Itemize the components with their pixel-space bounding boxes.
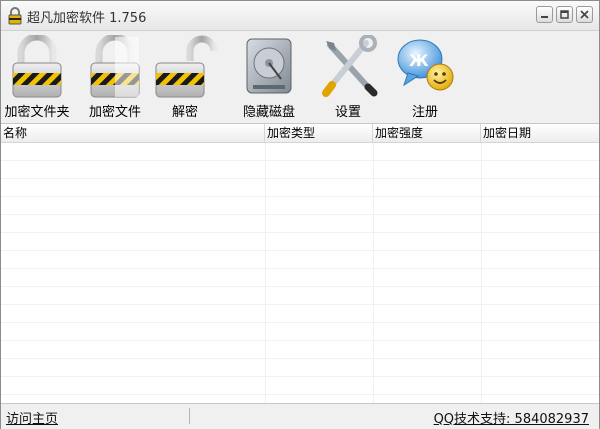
window-title: 超凡加密软件 1.756 [27, 11, 147, 26]
tools-icon [322, 35, 378, 97]
empty-grid-row [1, 377, 599, 395]
list-body [1, 143, 599, 404]
title-bar[interactable]: 超凡加密软件 1.756 [1, 1, 599, 31]
closed-lock-icon [12, 35, 62, 98]
empty-grid-row [1, 161, 599, 179]
half-lock-icon [90, 35, 140, 98]
column-header-name[interactable]: 名称 [1, 124, 265, 142]
status-divider [189, 408, 190, 424]
qq-support-text: QQ技术支持: 584082937 [433, 412, 589, 427]
close-button[interactable] [576, 6, 593, 23]
settings-button[interactable]: 设置 [313, 31, 383, 121]
column-header-encrypt-type[interactable]: 加密类型 [265, 124, 373, 142]
decrypt-button[interactable]: 解密 [153, 31, 218, 121]
maximize-icon [560, 10, 569, 19]
maximize-button[interactable] [556, 6, 573, 23]
empty-grid-row [1, 287, 599, 305]
minimize-button[interactable] [536, 6, 553, 23]
empty-grid-row [1, 341, 599, 359]
encrypt-file-button[interactable]: 加密文件 [81, 31, 149, 121]
register-label: 注册 [411, 105, 438, 120]
empty-grid-row [1, 323, 599, 341]
app-lock-icon [8, 7, 22, 25]
empty-grid-row [1, 269, 599, 287]
encrypt-folder-label: 加密文件夹 [4, 105, 70, 120]
empty-grid-row [1, 197, 599, 215]
hard-disk-icon [246, 38, 292, 94]
empty-grid-row [1, 359, 599, 377]
empty-grid-row [1, 305, 599, 323]
list-header: 名称 加密类型 加密强度 加密日期 [1, 124, 599, 143]
minimize-icon [541, 16, 548, 18]
column-header-encrypt-date[interactable]: 加密日期 [481, 124, 599, 142]
encrypt-folder-button[interactable]: 加密文件夹 [1, 31, 73, 121]
status-bar: 访问主页 QQ技术支持: 584082937 [1, 403, 599, 429]
svg-text:Ж: Ж [409, 51, 429, 70]
app-window: 超凡加密软件 1.756 加密文件夹 加密文件 解密 隐藏磁盘 设置 Ж 注册 … [0, 0, 600, 429]
hide-disk-label: 隐藏磁盘 [242, 105, 295, 120]
empty-grid-row [1, 233, 599, 251]
settings-label: 设置 [334, 105, 361, 120]
empty-grid-row [1, 179, 599, 197]
visit-homepage-link[interactable]: 访问主页 [6, 408, 58, 427]
empty-grid-row [1, 251, 599, 269]
decrypt-label: 解密 [171, 105, 198, 120]
encrypt-file-label: 加密文件 [88, 105, 141, 120]
column-header-encrypt-strength[interactable]: 加密强度 [373, 124, 481, 142]
open-lock-icon [155, 35, 218, 98]
encrypted-items-list[interactable]: 名称 加密类型 加密强度 加密日期 [1, 123, 599, 404]
hide-disk-button[interactable]: 隐藏磁盘 [233, 31, 305, 121]
close-icon [580, 10, 589, 19]
empty-grid-row [1, 143, 599, 161]
toolbar: 加密文件夹 加密文件 解密 隐藏磁盘 设置 Ж 注册 [1, 31, 599, 123]
qq-smiley-icon: Ж [397, 39, 454, 91]
empty-grid-row [1, 215, 599, 233]
register-button[interactable]: Ж 注册 [389, 31, 461, 121]
